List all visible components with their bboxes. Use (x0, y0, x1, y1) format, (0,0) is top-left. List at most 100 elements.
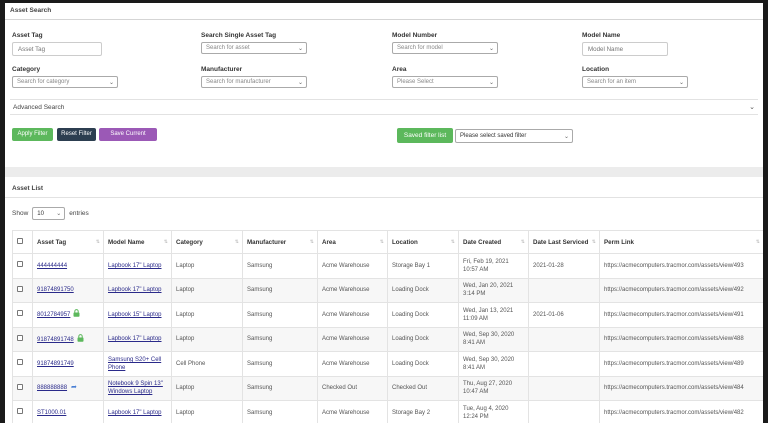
cell-perm-link[interactable]: https://acmecomputers.tracmor.com/assets… (599, 351, 763, 377)
field-area: Area Please Select ⌄ (392, 66, 498, 88)
cell-date-serviced (528, 400, 600, 423)
col-model-name[interactable]: Model Name ⇅ (103, 230, 172, 254)
asset-table-body: 444444444 Lapbook 17" Laptop Laptop Samsung… (12, 253, 763, 423)
table-row[interactable]: 444444444 Lapbook 17" Laptop Laptop Samsung… (12, 253, 763, 279)
saved-filter-value: Please select saved filter (460, 133, 527, 139)
advanced-search-toggle[interactable]: Advanced Search ⌄ (10, 99, 758, 115)
sort-icon: ⇅ (95, 239, 100, 245)
asset-tag-link[interactable]: 91874891748 (37, 337, 74, 343)
model-name-input[interactable] (582, 42, 668, 56)
model-name-link[interactable]: Samsung S20+ Cell Phone (108, 357, 161, 371)
table-row[interactable]: 91874891748 Lapbook 17" Laptop Laptop Samsu… (12, 326, 763, 352)
col-category[interactable]: Category ⇅ (171, 230, 243, 254)
single-asset-tag-select[interactable]: Search for asset ⌄ (201, 42, 307, 54)
cell-perm-link[interactable]: https://acmecomputers.tracmor.com/assets… (599, 253, 763, 279)
model-name-link[interactable]: Lapbook 15" Laptop (108, 312, 162, 318)
cell-date-created: Tue, Aug 4, 2020 12:24 PM (458, 400, 529, 423)
model-name-link[interactable]: Lapbook 17" Laptop (108, 287, 162, 293)
row-checkbox[interactable] (17, 334, 23, 341)
cell-date-serviced: 2021-01-06 (528, 302, 600, 328)
cell-area: Acme Warehouse (317, 277, 388, 303)
cell-perm-link[interactable]: https://acmecomputers.tracmor.com/assets… (599, 326, 763, 352)
asset-tag-label: Asset Tag (12, 32, 43, 39)
manufacturer-select[interactable]: Search for manufacturer ⌄ (201, 76, 307, 88)
select-all-checkbox[interactable] (17, 238, 23, 244)
area-select[interactable]: Please Select ⌄ (392, 76, 498, 88)
asset-tag-link[interactable]: ST1000.01 (37, 410, 66, 416)
table-row[interactable]: 8012784957 Lapbook 15" Laptop Laptop Samsun… (12, 302, 763, 328)
col-date-last-serviced[interactable]: Date Last Serviced ⇅ (528, 230, 600, 254)
row-checkbox[interactable] (17, 285, 23, 292)
chevron-down-icon: ⌄ (749, 104, 755, 111)
asset-tag-link[interactable]: 8012784957 (37, 312, 70, 318)
chevron-down-icon: ⌄ (563, 133, 569, 140)
cell-area: Acme Warehouse (317, 253, 388, 279)
sort-icon: ⇅ (591, 239, 596, 245)
cell-category: Laptop (171, 375, 243, 401)
row-checkbox[interactable] (17, 310, 23, 317)
asset-tag-link[interactable]: 91874891749 (37, 361, 74, 367)
model-number-select[interactable]: Search for model ⌄ (392, 42, 498, 54)
cell-perm-link[interactable]: https://acmecomputers.tracmor.com/assets… (599, 302, 763, 328)
cell-model-name: Lapbook 15" Laptop (103, 302, 172, 328)
entries-control: Show 10 ⌄ entries (12, 207, 89, 220)
table-row[interactable]: 91874891749 Samsung S20+ Cell Phone Cell P… (12, 351, 763, 377)
cell-asset-tag: ST1000.01 (32, 400, 104, 423)
table-row[interactable]: 91874891750 Lapbook 17" Laptop Laptop Samsu… (12, 277, 763, 303)
col-perm-link[interactable]: Perm Link ⇅ (599, 230, 763, 254)
model-name-label: Model Name (582, 32, 621, 39)
cell-category: Cell Phone (171, 351, 243, 377)
entries-select[interactable]: 10 ⌄ (32, 207, 66, 220)
apply-filter-button[interactable]: Apply Filter (12, 128, 53, 141)
location-select[interactable]: Search for an item ⌄ (582, 76, 688, 88)
cell-category: Laptop (171, 277, 243, 303)
location-label: Location (582, 66, 610, 73)
reset-filter-button[interactable]: Reset Filter (57, 128, 96, 141)
table-row[interactable]: ST1000.01 Lapbook 17" Laptop Laptop Samsung… (12, 400, 763, 423)
cell-manufacturer: Samsung (242, 400, 318, 423)
cell-perm-link[interactable]: https://acmecomputers.tracmor.com/assets… (599, 277, 763, 303)
table-row[interactable]: 888888888 ➦ Notebook 9 Spin 13" Windows La… (12, 375, 763, 401)
cell-category: Laptop (171, 302, 243, 328)
col-asset-tag[interactable]: Asset Tag ⇅ (32, 230, 104, 254)
cell-date-created: Wed, Jan 13, 2021 11:09 AM (458, 302, 529, 328)
save-current-filter-button[interactable]: Save Current Filter (99, 128, 157, 150)
cell-perm-link[interactable]: https://acmecomputers.tracmor.com/assets… (599, 400, 763, 423)
row-checkbox[interactable] (17, 261, 23, 268)
model-name-link[interactable]: Lapbook 17" Laptop (108, 263, 162, 269)
single-asset-tag-label: Search Single Asset Tag (201, 32, 277, 39)
saved-filter-select[interactable]: Please select saved filter ⌄ (455, 129, 573, 143)
row-checkbox[interactable] (17, 359, 23, 366)
row-checkbox[interactable] (17, 383, 23, 390)
row-select-cell (12, 326, 33, 352)
asset-tag-link[interactable]: 444444444 (37, 263, 67, 269)
col-location[interactable]: Location ⇅ (387, 230, 459, 254)
cell-location: Loading Dock (387, 326, 459, 352)
cell-category: Laptop (171, 253, 243, 279)
asset-tag-link[interactable]: 91874891750 (37, 287, 74, 293)
cell-manufacturer: Samsung (242, 375, 318, 401)
col-area[interactable]: Area ⇅ (317, 230, 388, 254)
cell-location: Loading Dock (387, 351, 459, 377)
cell-asset-tag: 444444444 (32, 253, 104, 279)
cell-date-created: Wed, Sep 30, 2020 8:41 AM (458, 326, 529, 352)
chevron-down-icon: ⌄ (488, 45, 494, 52)
row-checkbox[interactable] (17, 408, 23, 415)
saved-filter-list-button[interactable]: Saved filter list (397, 128, 453, 143)
model-name-link[interactable]: Lapbook 17" Laptop (108, 336, 162, 342)
cell-date-serviced (528, 351, 600, 377)
share-icon[interactable]: ➦ (71, 384, 77, 392)
model-name-link[interactable]: Notebook 9 Spin 13" Windows Laptop (108, 381, 163, 395)
cell-date-created: Wed, Sep 30, 2020 8:41 AM (458, 351, 529, 377)
select-all-cell (12, 230, 33, 254)
model-name-link[interactable]: Lapbook 17" Laptop (108, 410, 162, 416)
row-select-cell (12, 277, 33, 303)
asset-tag-input[interactable] (12, 42, 102, 56)
row-select-cell (12, 302, 33, 328)
cell-perm-link[interactable]: https://acmecomputers.tracmor.com/assets… (599, 375, 763, 401)
col-date-created[interactable]: Date Created ⇅ (458, 230, 529, 254)
asset-tag-link[interactable]: 888888888 (37, 385, 67, 391)
col-manufacturer[interactable]: Manufacturer ⇅ (242, 230, 318, 254)
category-select[interactable]: Search for category ⌄ (12, 76, 118, 88)
single-asset-tag-value: Search for asset (206, 45, 250, 51)
